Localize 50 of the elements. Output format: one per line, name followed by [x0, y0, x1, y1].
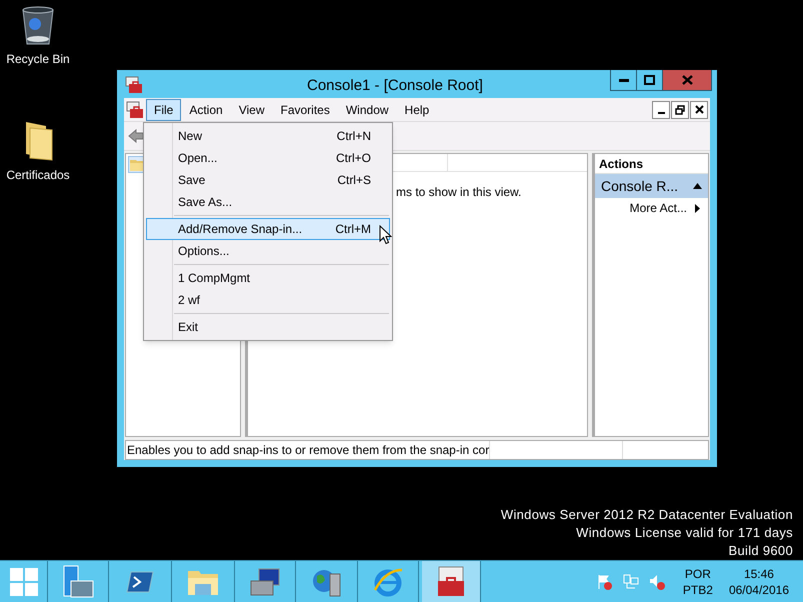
menu-shortcut: Ctrl+O — [336, 150, 371, 167]
menu-shortcut: Ctrl+N — [336, 128, 371, 145]
close-icon — [694, 105, 704, 114]
file-menu[interactable]: New Ctrl+N Open... Ctrl+O Save Ctrl+S Save As... Add/Remove Snap-in... Ctrl+M Options... 1 CompMgmt 2 wf Exit — [143, 122, 393, 341]
minimize-icon — [658, 112, 664, 114]
menu-item[interactable]: Open... Ctrl+O — [146, 147, 390, 169]
maximize-icon — [644, 75, 655, 85]
desktop-watermark-text: Build 9600 — [728, 542, 793, 560]
minimize-icon — [618, 78, 628, 82]
menu-item[interactable]: Save As... — [146, 191, 390, 213]
menu-item[interactable]: Window — [338, 98, 397, 120]
status-text: Enables you to add snap-ins to or remove them from the snap-in cor — [126, 441, 490, 459]
desktop-icon-label[interactable]: Recycle Bin — [6, 50, 70, 68]
language-indicator[interactable]: POR PTB2 — [682, 566, 713, 598]
restore-icon — [675, 104, 685, 114]
collapse-arrow-icon[interactable] — [693, 183, 702, 189]
flag-error-icon[interactable] — [596, 574, 613, 590]
menu-item[interactable]: 2 wf — [146, 289, 390, 311]
submenu-arrow-icon — [695, 204, 700, 212]
empty-view-message: ms to show in this view. — [395, 184, 522, 201]
actions-section-header[interactable]: Console R... — [595, 174, 708, 198]
desktop-watermark-text: Windows License valid for 171 days — [576, 524, 793, 542]
app-icon — [125, 76, 143, 94]
toolbox-icon[interactable] — [422, 561, 481, 602]
windows-logo-icon — [10, 568, 38, 596]
menu-item[interactable]: 1 CompMgmt — [146, 267, 390, 289]
menu-item[interactable]: View — [230, 98, 272, 120]
menu-item[interactable]: Add/Remove Snap-in... Ctrl+M — [146, 218, 390, 240]
close-icon — [682, 75, 692, 85]
speaker-muted-icon[interactable] — [648, 574, 665, 590]
menu-item[interactable]: Save Ctrl+S — [146, 169, 390, 191]
restore-button[interactable] — [671, 100, 689, 118]
menu-item[interactable]: Exit — [146, 316, 390, 338]
minimize-button[interactable] — [652, 100, 670, 118]
menu-item[interactable]: File — [146, 98, 182, 120]
close-button[interactable] — [690, 100, 708, 118]
menu-item[interactable]: Favorites — [272, 98, 338, 120]
desktop-watermark-text: Windows Server 2012 R2 Datacenter Evaluation — [500, 506, 793, 524]
more-actions-link[interactable]: More Act... — [630, 199, 687, 217]
recycle-bin-icon[interactable] — [20, 6, 56, 46]
back-arrow-icon[interactable] — [128, 129, 144, 143]
window-title: Console1 - [Console Root] — [307, 76, 483, 96]
cursor-icon — [379, 225, 392, 245]
clock[interactable]: 15:46 06/04/2016 — [728, 566, 789, 598]
desktop-icon-label[interactable]: Certificados — [6, 166, 70, 184]
menu-shortcut: Ctrl+M — [335, 221, 371, 238]
menu-item[interactable]: Help — [396, 98, 438, 120]
menu-item[interactable]: Options... — [146, 240, 390, 262]
menu-item[interactable]: Action — [181, 98, 231, 120]
menu-shortcut: Ctrl+S — [337, 172, 371, 189]
